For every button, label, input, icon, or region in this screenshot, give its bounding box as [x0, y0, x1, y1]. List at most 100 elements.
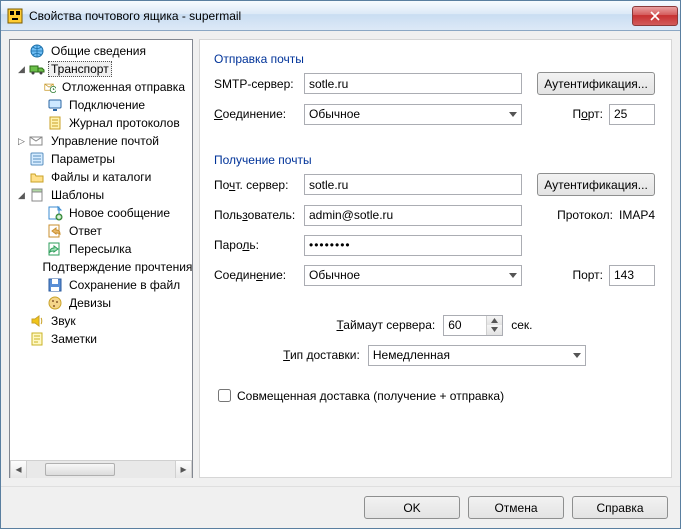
cookie-icon — [47, 295, 63, 311]
combo-value: Обычное — [309, 107, 360, 121]
send-connection-select[interactable]: Обычное — [304, 104, 522, 125]
forward-icon — [47, 241, 63, 257]
tree-label: Пересылка — [66, 241, 134, 257]
combined-delivery-input[interactable] — [218, 389, 231, 402]
smtp-auth-button[interactable]: Аутентификация... — [537, 72, 655, 95]
smtp-server-input[interactable] — [304, 73, 522, 94]
send-port-label: Порт: — [572, 107, 603, 121]
save-icon — [47, 277, 63, 293]
reply-icon — [47, 223, 63, 239]
scroll-left-button[interactable]: ◂ — [10, 461, 27, 478]
note-icon — [29, 331, 45, 347]
protocol-label: Протокол: — [557, 208, 613, 222]
tree-item-templates[interactable]: ◢ Шаблоны — [10, 186, 192, 204]
close-button[interactable] — [632, 6, 678, 26]
tree-label: Подтверждение прочтения — [40, 259, 192, 275]
combo-value: Немедленная — [373, 348, 450, 362]
tree-item-general[interactable]: ▸ Общие сведения — [10, 42, 192, 60]
tree-label: Транспорт — [48, 61, 112, 77]
truck-icon — [29, 61, 45, 77]
dialog-window: Свойства почтового ящика - supermail ▸ О… — [0, 0, 681, 529]
tree-label: Новое сообщение — [66, 205, 173, 221]
recv-auth-button[interactable]: Аутентификация... — [537, 173, 655, 196]
user-label: Пользователь: — [214, 208, 304, 222]
recv-connection-label: Соединение: — [214, 268, 304, 282]
tree-label: Заметки — [48, 331, 100, 347]
tree-item-reply[interactable]: ▸ Ответ — [10, 222, 192, 240]
tree-label: Звук — [48, 313, 79, 329]
tree-label: Журнал протоколов — [66, 115, 183, 131]
send-group-title: Отправка почты — [214, 52, 655, 66]
template-icon — [29, 187, 45, 203]
tree-label: Ответ — [66, 223, 105, 239]
send-connection-label: Соединение: — [214, 107, 304, 121]
scroll-right-button[interactable]: ▸ — [175, 461, 192, 478]
combo-value: Обычное — [309, 268, 360, 282]
tree-item-protocol-log[interactable]: ▸ Журнал протоколов — [10, 114, 192, 132]
delivery-type-select[interactable]: Немедленная — [368, 345, 586, 366]
protocol-value: IMAP4 — [619, 208, 655, 222]
collapse-icon[interactable]: ◢ — [14, 64, 29, 75]
tree-item-forward[interactable]: ▸ Пересылка — [10, 240, 192, 258]
send-port-input[interactable] — [609, 104, 655, 125]
mail-gear-icon — [29, 133, 45, 149]
tree-item-notes[interactable]: ▸ Заметки — [10, 330, 192, 348]
titlebar: Свойства почтового ящика - supermail — [1, 1, 680, 31]
spinner-down-button[interactable] — [487, 325, 502, 335]
combined-delivery-checkbox[interactable]: Совмещенная доставка (получение + отправ… — [214, 386, 655, 405]
cancel-button[interactable]: Отмена — [468, 496, 564, 519]
tree-item-delayed-send[interactable]: ▸ Отложенная отправка — [10, 78, 192, 96]
collapse-icon[interactable]: ◢ — [14, 190, 29, 201]
recv-connection-select[interactable]: Обычное — [304, 265, 522, 286]
ok-button[interactable]: OK — [364, 496, 460, 519]
help-button[interactable]: Справка — [572, 496, 668, 519]
tree-item-files-dirs[interactable]: ▸ Файлы и каталоги — [10, 168, 192, 186]
tree-item-read-confirm[interactable]: ▸ Подтверждение прочтения — [10, 258, 192, 276]
password-input[interactable] — [304, 235, 522, 256]
tree-item-connection[interactable]: ▸ Подключение — [10, 96, 192, 114]
tree-label: Девизы — [66, 295, 114, 311]
tree-label: Сохранение в файл — [66, 277, 183, 293]
scroll-track[interactable] — [27, 461, 175, 478]
tree-label: Общие сведения — [48, 43, 149, 59]
dialog-body: ▸ Общие сведения ◢ Транспорт ▸ Отложенна… — [1, 31, 680, 486]
recv-port-label: Порт: — [572, 268, 603, 282]
spinner-up-button[interactable] — [487, 316, 502, 326]
app-icon — [7, 8, 23, 24]
delivery-type-label: Тип доставки: — [283, 348, 360, 362]
recv-group-title: Получение почты — [214, 153, 655, 167]
tree-label: Отложенная отправка — [59, 79, 188, 95]
user-input[interactable] — [304, 205, 522, 226]
scroll-thumb[interactable] — [45, 463, 115, 476]
timeout-spinner[interactable] — [443, 315, 503, 336]
tree-label: Управление почтой — [48, 133, 162, 149]
folder-icon — [29, 169, 45, 185]
timeout-label: Таймаут сервера: — [336, 318, 435, 332]
tree-label: Параметры — [48, 151, 118, 167]
tree-item-mail-mgmt[interactable]: ▷ Управление почтой — [10, 132, 192, 150]
tree-item-options[interactable]: ▸ Параметры — [10, 150, 192, 168]
tree-item-transport[interactable]: ◢ Транспорт — [10, 60, 192, 78]
tree-item-new-msg[interactable]: ▸ Новое сообщение — [10, 204, 192, 222]
expand-icon[interactable]: ▷ — [14, 136, 29, 147]
timeout-input[interactable] — [444, 316, 486, 335]
tree-item-cookies[interactable]: ▸ Девизы — [10, 294, 192, 312]
options-icon — [29, 151, 45, 167]
transport-panel: Отправка почты SMTP-сервер: Аутентификац… — [199, 39, 672, 478]
tree-label: Файлы и каталоги — [48, 169, 154, 185]
monitor-icon — [47, 97, 63, 113]
mail-server-input[interactable] — [304, 174, 522, 195]
mail-clock-icon — [44, 79, 56, 95]
nav-tree-panel: ▸ Общие сведения ◢ Транспорт ▸ Отложенна… — [9, 39, 193, 478]
tree-label: Шаблоны — [48, 187, 107, 203]
tree-item-save-file[interactable]: ▸ Сохранение в файл — [10, 276, 192, 294]
log-icon — [47, 115, 63, 131]
combined-delivery-label: Совмещенная доставка (получение + отправ… — [237, 389, 504, 403]
recv-port-input[interactable] — [609, 265, 655, 286]
tree-item-sound[interactable]: ▸ Звук — [10, 312, 192, 330]
mail-server-label: Почт. сервер: — [214, 178, 304, 192]
tree-h-scrollbar[interactable]: ◂ ▸ — [10, 460, 192, 477]
nav-tree[interactable]: ▸ Общие сведения ◢ Транспорт ▸ Отложенна… — [10, 40, 192, 460]
new-mail-icon — [47, 205, 63, 221]
sound-icon — [29, 313, 45, 329]
